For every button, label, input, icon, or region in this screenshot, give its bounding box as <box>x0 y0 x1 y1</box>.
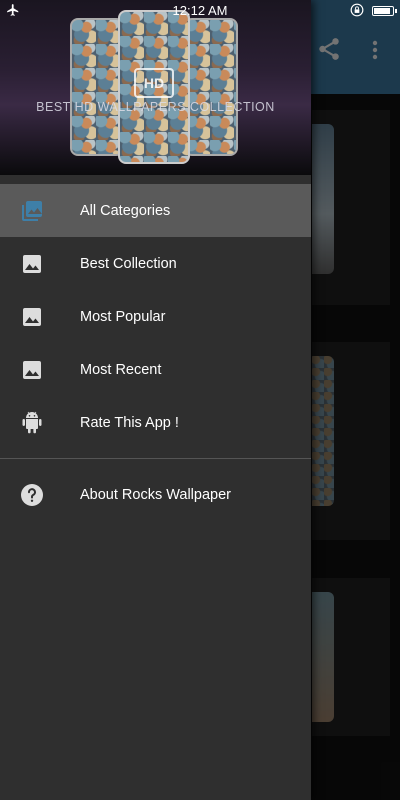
menu-item-most-popular[interactable]: Most Popular <box>0 290 311 343</box>
image-icon <box>23 361 41 379</box>
menu-item-label: Most Recent <box>80 362 162 378</box>
status-time: 12:12 AM <box>172 3 228 18</box>
navigation-drawer: HD BEST HD WALLPAPERS COLLECTION All Cat… <box>0 0 311 800</box>
battery-icon <box>372 6 397 16</box>
menu-item-label: Best Collection <box>80 256 177 272</box>
menu-divider <box>0 458 311 459</box>
menu-item-about[interactable]: About Rocks Wallpaper <box>0 468 311 522</box>
drawer-menu: All Categories Best Collection Most Popu… <box>0 184 311 522</box>
menu-item-label: All Categories <box>80 203 171 219</box>
status-bar: 12:12 AM <box>0 0 400 22</box>
help-icon <box>21 484 43 506</box>
image-icon <box>23 308 41 326</box>
drawer-header-title: BEST HD WALLPAPERS COLLECTION <box>36 100 275 114</box>
gallery-icon <box>22 201 42 221</box>
menu-item-label: About Rocks Wallpaper <box>80 487 231 503</box>
image-icon <box>23 255 41 273</box>
menu-item-most-recent[interactable]: Most Recent <box>0 343 311 396</box>
rotation-lock-icon <box>350 3 364 17</box>
menu-item-rate-app[interactable]: Rate This App ! <box>0 396 311 449</box>
menu-item-best-collection[interactable]: Best Collection <box>0 237 311 290</box>
menu-item-label: Rate This App ! <box>80 415 179 431</box>
menu-item-label: Most Popular <box>80 309 166 325</box>
phone-mockup-image <box>184 18 238 156</box>
drawer-header: HD BEST HD WALLPAPERS COLLECTION <box>0 0 311 175</box>
menu-item-all-categories[interactable]: All Categories <box>0 184 311 237</box>
phone-mockup-image <box>70 18 124 156</box>
android-icon <box>22 411 42 434</box>
hd-logo: HD <box>134 68 174 98</box>
